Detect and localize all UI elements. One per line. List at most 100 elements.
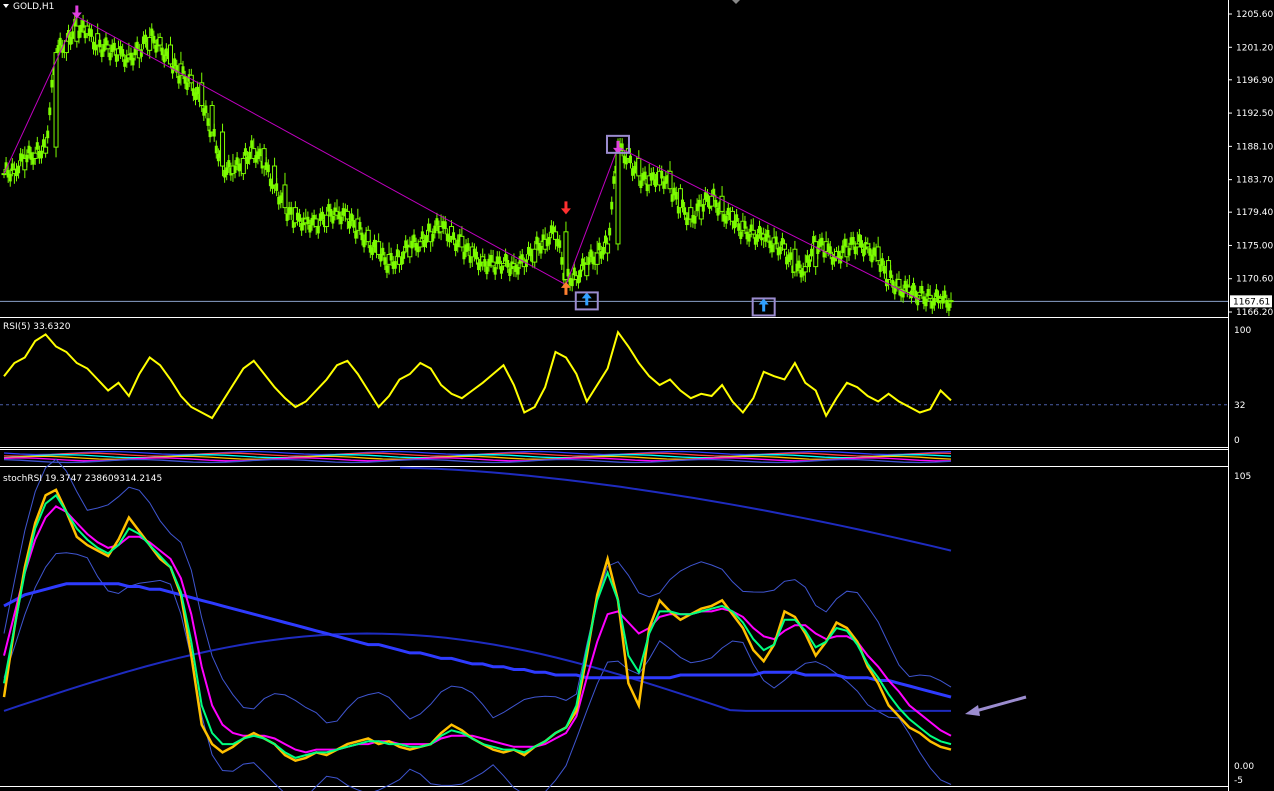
candle-body (53, 52, 59, 148)
candle-body (206, 118, 210, 126)
candle-body (854, 243, 860, 248)
price-tick-label: 1179.40 (1236, 208, 1273, 218)
candle-body (395, 249, 399, 257)
candle-body (493, 267, 497, 275)
candle-body (48, 107, 52, 116)
rsi-pane[interactable]: 100 32 0 (0, 326, 1251, 446)
candle-body (701, 204, 705, 212)
candle-body (105, 44, 111, 50)
candle-body (516, 267, 520, 275)
candle-body (360, 232, 364, 241)
dropdown-triangle-icon[interactable] (3, 4, 9, 8)
candle-body (499, 266, 503, 274)
candle-body (150, 28, 154, 37)
candle-body (144, 34, 148, 43)
candle-body (459, 235, 465, 248)
candle-body (681, 199, 685, 208)
candle-body (716, 208, 720, 216)
candle-body (204, 105, 208, 114)
signal-arrow (560, 201, 571, 215)
up-arrow-icon (581, 292, 592, 306)
candle-body (199, 82, 205, 107)
candle-body (604, 235, 608, 244)
candle-body (370, 247, 374, 255)
candle-body (912, 282, 916, 291)
candle-body (851, 237, 855, 245)
price-tick-label: 1205.60 (1236, 10, 1273, 20)
candle-body (615, 148, 621, 245)
candle-body (508, 268, 512, 276)
candle-body (177, 75, 181, 84)
candle-body (431, 233, 435, 242)
candle-body (474, 251, 478, 260)
price-pane[interactable] (0, 5, 1228, 317)
candle-body (466, 243, 470, 251)
price-axis: 1205.60 1201.20 1196.90 1192.50 1188.10 1183.… (1228, 10, 1273, 318)
candle-body (350, 213, 354, 222)
candle-body (920, 285, 924, 294)
candle-body (347, 220, 351, 229)
candle-body (880, 258, 884, 266)
candle-body (344, 210, 350, 220)
candle-body (214, 145, 218, 154)
candle-body (610, 201, 614, 210)
candle-body (266, 164, 270, 173)
candle-body (594, 252, 600, 265)
candle-body (354, 230, 358, 239)
candle-body (209, 105, 215, 133)
candle-body (50, 79, 54, 88)
candle-body (743, 221, 747, 229)
candle-body (181, 66, 185, 74)
candle-body (385, 265, 389, 273)
candle-body (420, 231, 424, 239)
candle-body (43, 146, 49, 154)
price-tick-label: 1175.00 (1236, 241, 1273, 251)
candle-body (173, 58, 177, 66)
candle-body (233, 165, 237, 173)
candle-body (104, 37, 108, 46)
candle-body (789, 252, 793, 260)
candle-body (306, 216, 310, 225)
candle-body (813, 241, 819, 268)
candle-body (27, 145, 31, 154)
price-tick-label: 1192.50 (1236, 109, 1273, 119)
candle-body (737, 223, 741, 231)
candle-body (417, 241, 423, 248)
candle-body (412, 234, 416, 243)
candle-body (329, 208, 333, 217)
candle-body (196, 86, 200, 95)
stochrsi-label: stochRSI 19.3747 238609314.2145 (3, 474, 162, 484)
candle-body (828, 246, 832, 254)
candle-body (485, 266, 489, 275)
candle-body (724, 216, 728, 224)
candle-body (220, 131, 226, 167)
indicator-mini-pane[interactable] (3, 450, 952, 464)
candle-body (584, 263, 590, 277)
candle-body (402, 251, 406, 259)
signal-arrow (71, 5, 82, 19)
candle-body (750, 229, 756, 235)
candle-body (135, 41, 139, 50)
candle-body (810, 248, 814, 257)
chart-window[interactable]: 100320 1050.00-5 GOLD,H1 RSI(5) 33.6320 … (0, 0, 1274, 791)
candle-body (807, 259, 811, 267)
candle-body (653, 179, 657, 187)
candle-body (108, 52, 112, 61)
candle-body (250, 140, 254, 148)
candle-body (860, 240, 864, 248)
candle-body (601, 246, 605, 255)
candle-body (365, 229, 371, 243)
pointer-arrow-head (965, 705, 980, 716)
candle-body (589, 249, 593, 258)
candle-body (778, 246, 782, 255)
chart-title: GOLD,H1 (13, 2, 54, 12)
candle-body (185, 82, 189, 90)
candle-body (597, 242, 601, 251)
candle-body (272, 165, 278, 186)
candle-body (139, 49, 143, 57)
candle-body (339, 216, 343, 225)
candle-body (17, 165, 21, 174)
stochrsi-pane[interactable]: 105 0.00 -5 (2, 458, 1254, 791)
price-tick-label: 1196.90 (1236, 76, 1273, 86)
candle-body (847, 248, 851, 256)
